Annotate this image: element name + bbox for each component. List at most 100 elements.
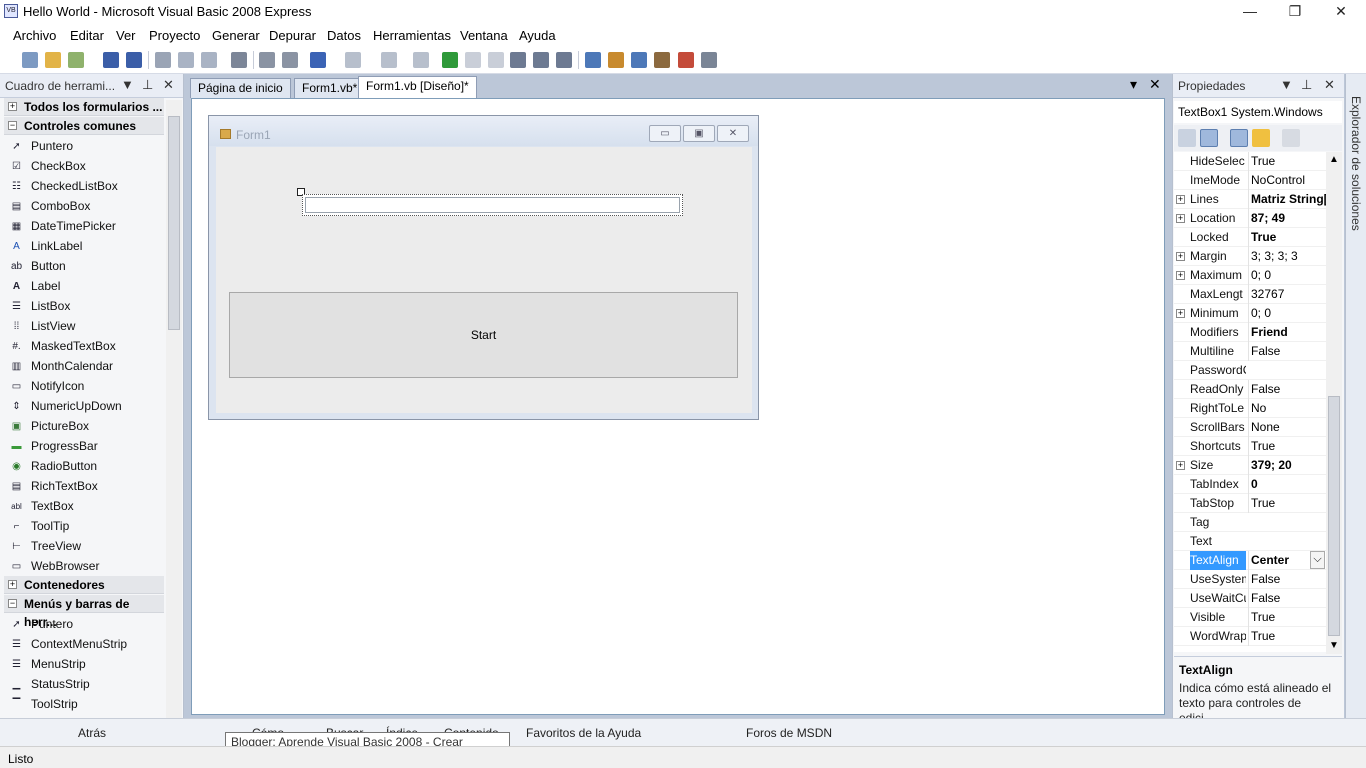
properties-view-icon[interactable] xyxy=(1230,129,1248,147)
tabs-dropdown-icon[interactable]: ▾ xyxy=(1130,76,1137,93)
property-value[interactable]: Friend xyxy=(1248,323,1326,342)
copy-icon[interactable] xyxy=(178,52,194,68)
tool-textbox[interactable]: abl TextBox xyxy=(4,496,164,516)
property-row-imemode[interactable]: ImeMode NoControl xyxy=(1174,171,1326,190)
category-common-controls[interactable]: − Controles comunes xyxy=(4,117,164,135)
add-item-icon[interactable] xyxy=(68,52,84,68)
scroll-down-icon[interactable]: ▼ xyxy=(1329,640,1339,651)
paste-icon[interactable] xyxy=(201,52,217,68)
tool-checkbox[interactable]: ☑ CheckBox xyxy=(4,156,164,176)
property-row-usesystem[interactable]: UseSystem False xyxy=(1174,570,1326,589)
property-row-scrollbars[interactable]: ScrollBars None xyxy=(1174,418,1326,437)
new-project-icon[interactable] xyxy=(22,52,38,68)
properties-icon[interactable] xyxy=(608,52,624,68)
tool-webbrowser[interactable]: ▭ WebBrowser xyxy=(4,556,164,576)
property-row-readonly[interactable]: ReadOnly False xyxy=(1174,380,1326,399)
align-icon[interactable] xyxy=(259,52,275,68)
object-selector[interactable]: TextBox1 System.Windows xyxy=(1174,101,1342,123)
category-containers[interactable]: + Contenedores xyxy=(4,576,164,594)
close-icon[interactable]: ✕ xyxy=(1324,77,1335,93)
minimize-button[interactable]: — xyxy=(1227,0,1273,22)
save-all-icon[interactable] xyxy=(126,52,142,68)
step-into-icon[interactable] xyxy=(510,52,526,68)
property-row-location[interactable]: + Location 87; 49 xyxy=(1174,209,1326,228)
textbox1-control[interactable] xyxy=(302,194,683,216)
open-icon[interactable] xyxy=(45,52,61,68)
property-row-multiline[interactable]: Multiline False xyxy=(1174,342,1326,361)
start-button[interactable]: Start xyxy=(229,292,738,378)
category-all-forms[interactable]: + Todos los formularios ... xyxy=(4,98,164,116)
expand-icon[interactable]: + xyxy=(8,580,17,589)
property-value[interactable]: 0; 0 xyxy=(1248,266,1326,285)
help-favorites-button[interactable]: Favoritos de la Ayuda xyxy=(526,726,641,740)
property-value[interactable]: False xyxy=(1248,589,1326,608)
scroll-up-icon[interactable]: ▲ xyxy=(1329,154,1339,165)
pin-icon[interactable]: ⊥ xyxy=(1301,77,1312,93)
property-row-wordwrap[interactable]: WordWrap True xyxy=(1174,627,1326,646)
start-page-icon[interactable] xyxy=(701,52,717,68)
error-list-icon[interactable] xyxy=(678,52,694,68)
property-row-usewaitcu[interactable]: UseWaitCu False xyxy=(1174,589,1326,608)
property-row-tag[interactable]: Tag xyxy=(1174,513,1326,532)
property-value[interactable]: 0 xyxy=(1248,475,1326,494)
alphabetical-icon[interactable] xyxy=(1200,129,1218,147)
property-row-locked[interactable]: Locked True xyxy=(1174,228,1326,247)
property-value[interactable]: NoControl xyxy=(1248,171,1326,190)
tool-statusstrip[interactable]: ▁ StatusStrip xyxy=(4,674,164,694)
tool-datetimepicker[interactable]: ▦ DateTimePicker xyxy=(4,216,164,236)
tool-listbox[interactable]: ☰ ListBox xyxy=(4,296,164,316)
property-row-text[interactable]: Text xyxy=(1174,532,1326,551)
print-icon[interactable] xyxy=(231,52,247,68)
expand-icon[interactable]: + xyxy=(1176,195,1185,204)
property-value[interactable]: 87; 49 xyxy=(1248,209,1326,228)
tool-tooltip[interactable]: ⌐ ToolTip xyxy=(4,516,164,536)
dropdown-icon[interactable]: ▼ xyxy=(121,77,134,92)
tool-toolstrip[interactable]: ▔ ToolStrip xyxy=(4,694,164,714)
property-row-maximum[interactable]: + Maximum 0; 0 xyxy=(1174,266,1326,285)
menu-datos[interactable]: Datos xyxy=(327,28,361,43)
tool-notifyicon[interactable]: ▭ NotifyIcon xyxy=(4,376,164,396)
property-row-tabindex[interactable]: TabIndex 0 xyxy=(1174,475,1326,494)
pause-icon[interactable] xyxy=(465,52,481,68)
tool-button[interactable]: ab Button xyxy=(4,256,164,276)
indent-icon[interactable] xyxy=(282,52,298,68)
expand-icon[interactable]: + xyxy=(1176,461,1185,470)
close-icon[interactable]: ✕ xyxy=(163,77,174,93)
property-row-margin[interactable]: + Margin 3; 3; 3; 3 xyxy=(1174,247,1326,266)
tool-treeview[interactable]: ⊢ TreeView xyxy=(4,536,164,556)
solution-explorer-icon[interactable] xyxy=(585,52,601,68)
step-over-icon[interactable] xyxy=(533,52,549,68)
tool-picturebox[interactable]: ▣ PictureBox xyxy=(4,416,164,436)
solution-explorer-tab[interactable]: Explorador de soluciones xyxy=(1345,74,1366,718)
tab-start-page[interactable]: Página de inicio xyxy=(190,78,291,98)
expand-icon[interactable]: + xyxy=(1176,309,1185,318)
dropdown-icon[interactable]: ▼ xyxy=(1280,77,1293,92)
expand-icon[interactable]: + xyxy=(1176,252,1185,261)
tool-monthcalendar[interactable]: ▥ MonthCalendar xyxy=(4,356,164,376)
tab-form1-code[interactable]: Form1.vb* xyxy=(294,78,366,98)
property-value[interactable]: True xyxy=(1248,494,1326,513)
property-pages-icon[interactable] xyxy=(1282,129,1300,147)
stop-icon[interactable] xyxy=(488,52,504,68)
property-value[interactable]: False xyxy=(1248,570,1326,589)
category-menus[interactable]: − Menús y barras de herr... xyxy=(4,595,164,629)
save-icon[interactable] xyxy=(103,52,119,68)
property-value[interactable]: None xyxy=(1248,418,1326,437)
property-value[interactable]: 32767 xyxy=(1248,285,1326,304)
property-row-righttole[interactable]: RightToLe No xyxy=(1174,399,1326,418)
property-value[interactable]: 3; 3; 3; 3 xyxy=(1248,247,1326,266)
expand-icon[interactable]: + xyxy=(1176,214,1185,223)
property-row-size[interactable]: + Size 379; 20 xyxy=(1174,456,1326,475)
property-row-modifiers[interactable]: Modifiers Friend xyxy=(1174,323,1326,342)
tool-checkedlistbox[interactable]: ☷ CheckedListBox xyxy=(4,176,164,196)
tool-label[interactable]: A Label xyxy=(4,276,164,296)
categorized-icon[interactable] xyxy=(1178,129,1196,147)
cut-icon[interactable] xyxy=(155,52,171,68)
tool-puntero-menus[interactable]: ➚ Puntero xyxy=(4,614,164,634)
menu-proyecto[interactable]: Proyecto xyxy=(149,28,200,43)
redo-icon[interactable] xyxy=(345,52,361,68)
menu-archivo[interactable]: Archivo xyxy=(13,28,56,43)
property-value[interactable]: True xyxy=(1248,437,1326,456)
menu-generar[interactable]: Generar xyxy=(212,28,260,43)
property-row-shortcuts[interactable]: Shortcuts True xyxy=(1174,437,1326,456)
